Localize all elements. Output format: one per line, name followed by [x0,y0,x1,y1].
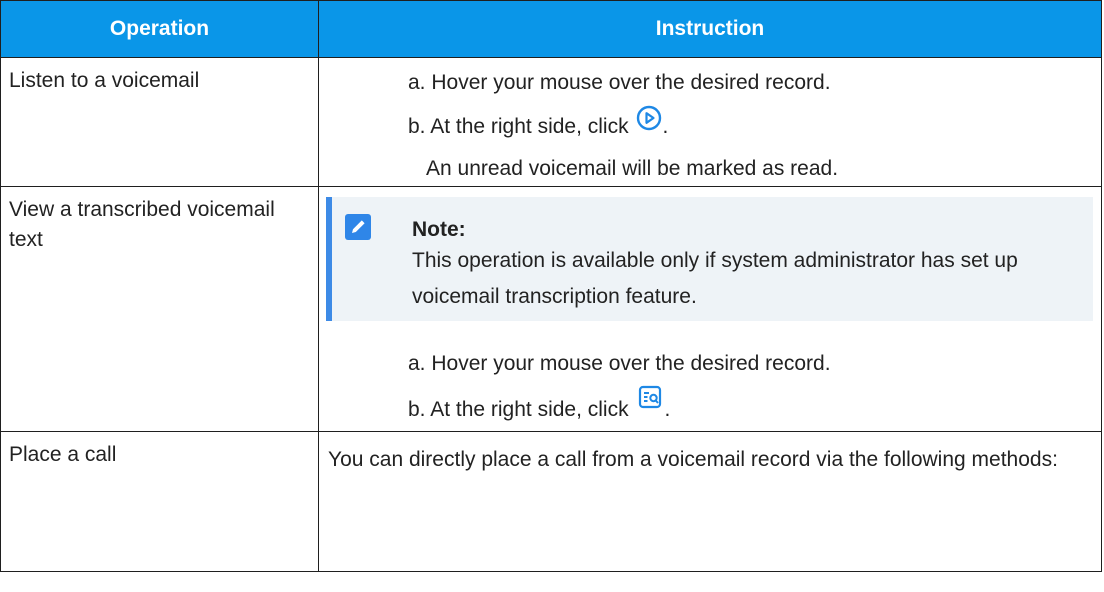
table-header-row: Operation Instruction [0,0,1102,58]
instruction-text: You can directly place a call from a voi… [328,448,1058,471]
operations-table: Operation Instruction Listen to a voicem… [0,0,1102,572]
step-a: a. Hover your mouse over the desired rec… [408,71,831,94]
header-instruction: Instruction [318,0,1102,58]
instruction-cell: You can directly place a call from a voi… [318,431,1102,572]
header-operation: Operation [0,0,319,58]
note-body: This operation is available only if syst… [412,249,1018,308]
step-result: An unread voicemail will be marked as re… [426,157,839,180]
play-circle-icon [636,105,662,140]
edit-note-icon [345,214,371,249]
step-a: a. Hover your mouse over the desired rec… [408,352,831,375]
step-b: b. At the right side, click . [408,385,1100,428]
operation-cell: View a transcribed voicemail text [0,186,319,432]
step-b-period: . [664,398,671,422]
instruction-cell: Note: This operation is available only i… [318,186,1102,432]
step-b-text: b. At the right side, click [408,398,629,422]
table-row: Listen to a voicemail a. Hover your mous… [0,57,1102,187]
note-callout: Note: This operation is available only i… [326,197,1093,321]
table-row: View a transcribed voicemail text Note: … [0,186,1102,432]
step-b-period: . [662,115,669,139]
operation-cell: Listen to a voicemail [0,57,319,187]
note-title: Note: [412,218,466,241]
operation-label: Listen to a voicemail [9,69,200,92]
table-row: Place a call You can directly place a ca… [0,431,1102,572]
operation-label: View a transcribed voicemail text [9,198,275,251]
instruction-cell: a. Hover your mouse over the desired rec… [318,57,1102,187]
step-b: b. At the right side, click . [408,105,1100,154]
transcript-search-icon [638,385,664,420]
operation-label: Place a call [9,443,117,466]
step-b-text: b. At the right side, click [408,115,629,139]
operation-cell: Place a call [0,431,319,572]
